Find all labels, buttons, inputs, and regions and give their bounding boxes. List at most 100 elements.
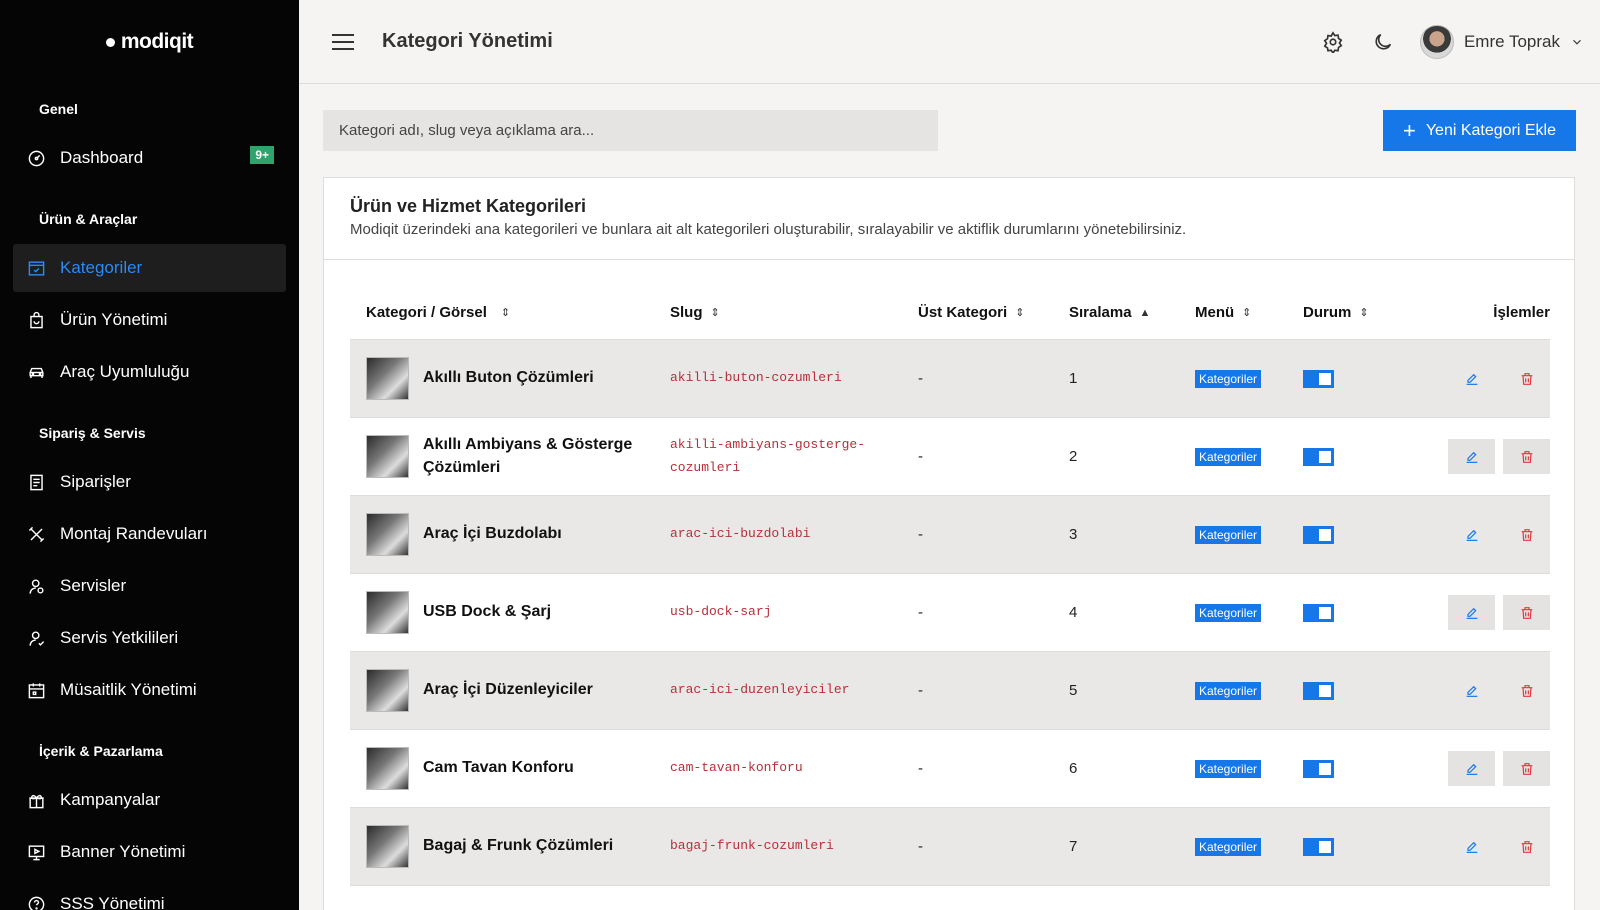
actions-cell <box>1433 829 1550 864</box>
delete-button[interactable] <box>1503 829 1550 864</box>
table-row: USB Dock & Şarj usb-dock-sarj - 4 Kategorile… <box>350 574 1550 652</box>
trash-icon <box>1519 683 1535 699</box>
trash-icon <box>1519 761 1535 777</box>
edit-button[interactable] <box>1448 517 1495 552</box>
table-body: Akıllı Buton Çözümleri akilli-buton-cozum… <box>350 340 1550 886</box>
column-header-order[interactable]: Sıralama ▲ <box>1069 304 1195 321</box>
actions-cell <box>1433 595 1550 630</box>
edit-button[interactable] <box>1448 751 1495 786</box>
menu-cell: Kategoriler <box>1195 681 1303 700</box>
logo-text: modiqit <box>120 30 194 53</box>
category-slug: bagaj-frunk-cozumleri <box>670 838 834 854</box>
dashboard-icon <box>28 150 45 166</box>
edit-button[interactable] <box>1448 595 1495 630</box>
status-cell <box>1303 837 1433 856</box>
parent-category: - <box>918 448 923 465</box>
plus-icon: + <box>1402 117 1416 143</box>
column-header-status[interactable]: Durum ⇕ <box>1303 304 1433 321</box>
sidebar-item-arac-uyumlulugu[interactable]: Araç Uyumluluğu <box>13 348 286 396</box>
column-header-parent[interactable]: Üst Kategori ⇕ <box>918 304 1069 321</box>
sidebar-item-sss-yonetimi[interactable]: SSS Yönetimi <box>13 880 286 910</box>
category-cell: Araç İçi Buzdolabı <box>350 513 670 556</box>
sidebar-item-montaj-randevulari[interactable]: Montaj Randevuları <box>13 510 286 558</box>
category-thumbnail <box>366 513 409 556</box>
column-header-label: Kategori / Görsel <box>366 304 487 321</box>
search-input[interactable] <box>323 110 938 151</box>
order-value: 5 <box>1069 682 1078 699</box>
section-title-genel: Genel <box>39 101 78 117</box>
status-toggle[interactable] <box>1303 837 1334 856</box>
delete-button[interactable] <box>1503 439 1550 474</box>
sidebar-item-label: Araç Uyumluluğu <box>60 362 190 381</box>
card-header: Ürün ve Hizmet Kategorileri Modiqit üzer… <box>324 178 1574 260</box>
status-cell <box>1303 681 1433 700</box>
edit-button[interactable] <box>1448 361 1495 396</box>
order-value: 3 <box>1069 526 1078 543</box>
logo[interactable]: modiqit <box>0 0 299 84</box>
category-slug: cam-tavan-konforu <box>670 760 803 776</box>
header-actions: Emre Toprak <box>1320 24 1584 59</box>
status-toggle[interactable] <box>1303 759 1334 778</box>
delete-button[interactable] <box>1503 673 1550 708</box>
delete-button[interactable] <box>1503 517 1550 552</box>
sort-asc-icon: ▲ <box>1139 306 1151 319</box>
chevron-down-icon <box>1573 39 1581 45</box>
edit-button[interactable] <box>1448 673 1495 708</box>
delete-button[interactable] <box>1503 595 1550 630</box>
status-toggle[interactable] <box>1303 447 1334 466</box>
user-menu[interactable]: Emre Toprak <box>1419 24 1584 59</box>
sort-icon: ⇕ <box>710 307 720 319</box>
status-toggle[interactable] <box>1303 603 1334 622</box>
category-cell: USB Dock & Şarj <box>350 591 670 634</box>
category-thumbnail <box>366 669 409 712</box>
add-category-button[interactable]: + Yeni Kategori Ekle <box>1383 110 1576 151</box>
column-header-actions: İşlemler <box>1433 304 1550 321</box>
add-category-label: Yeni Kategori Ekle <box>1425 121 1557 139</box>
categories-table: Kategori / Görsel ⇕ Slug ⇕ Üst Kategori ⇕ S… <box>350 286 1550 886</box>
parent-category: - <box>918 526 923 543</box>
sidebar-item-servisler[interactable]: Servisler <box>13 562 286 610</box>
sidebar-item-kategoriler[interactable]: Kategoriler <box>13 244 286 292</box>
sidebar-item-label: Banner Yönetimi <box>60 842 186 861</box>
column-header-menu[interactable]: Menü ⇕ <box>1195 304 1303 321</box>
order-value: 4 <box>1069 604 1078 621</box>
sidebar-item-kampanyalar[interactable]: Kampanyalar <box>13 776 286 824</box>
column-header-label: Üst Kategori <box>918 304 1008 321</box>
settings-gear-icon[interactable] <box>1320 29 1346 55</box>
top-header: Kategori Yönetimi Emre Toprak <box>299 0 1600 84</box>
category-thumbnail <box>366 435 409 478</box>
sidebar-item-label: Ürün Yönetimi <box>60 310 168 329</box>
user-pin-icon <box>29 578 44 594</box>
sidebar-item-siparisler[interactable]: Siparişler <box>13 458 286 506</box>
sidebar-item-label: Kategoriler <box>60 258 143 277</box>
sidebar-item-dashboard[interactable]: Dashboard 9+ <box>13 134 286 182</box>
column-header-slug[interactable]: Slug ⇕ <box>670 304 918 321</box>
hamburger-menu-icon[interactable] <box>332 33 354 50</box>
sidebar-item-servis-yetkilileri[interactable]: Servis Yetkilileri <box>13 614 286 662</box>
delete-button[interactable] <box>1503 361 1550 396</box>
status-toggle[interactable] <box>1303 525 1334 544</box>
edit-button[interactable] <box>1448 439 1495 474</box>
section-title-icerik: İçerik & Pazarlama <box>39 743 163 759</box>
sidebar-item-urun-yonetimi[interactable]: Ürün Yönetimi <box>13 296 286 344</box>
category-name: Akıllı Buton Çözümleri <box>423 369 594 387</box>
category-cell: Cam Tavan Konforu <box>350 747 670 790</box>
status-toggle[interactable] <box>1303 369 1334 388</box>
sidebar-item-banner-yonetimi[interactable]: Banner Yönetimi <box>13 828 286 876</box>
sidebar-item-musaitlik-yonetimi[interactable]: Müsaitlik Yönetimi <box>13 666 286 714</box>
parent-category: - <box>918 370 923 387</box>
category-slug: usb-dock-sarj <box>670 604 772 620</box>
delete-button[interactable] <box>1503 751 1550 786</box>
dark-mode-moon-icon[interactable] <box>1370 29 1396 55</box>
status-toggle[interactable] <box>1303 681 1334 700</box>
parent-category: - <box>918 604 923 621</box>
table-row: Araç İçi Düzenleyiciler arac-ici-duzenley… <box>350 652 1550 730</box>
trash-icon <box>1519 449 1535 465</box>
tools-icon <box>28 526 45 542</box>
edit-button[interactable] <box>1448 829 1495 864</box>
sidebar: modiqit Genel Dashboard 9+ Ürün & Araçla… <box>0 0 299 910</box>
order-value: 1 <box>1069 370 1078 387</box>
monitor-icon <box>28 844 45 860</box>
bag-icon <box>30 311 43 328</box>
column-header-category[interactable]: Kategori / Görsel ⇕ <box>350 304 670 321</box>
